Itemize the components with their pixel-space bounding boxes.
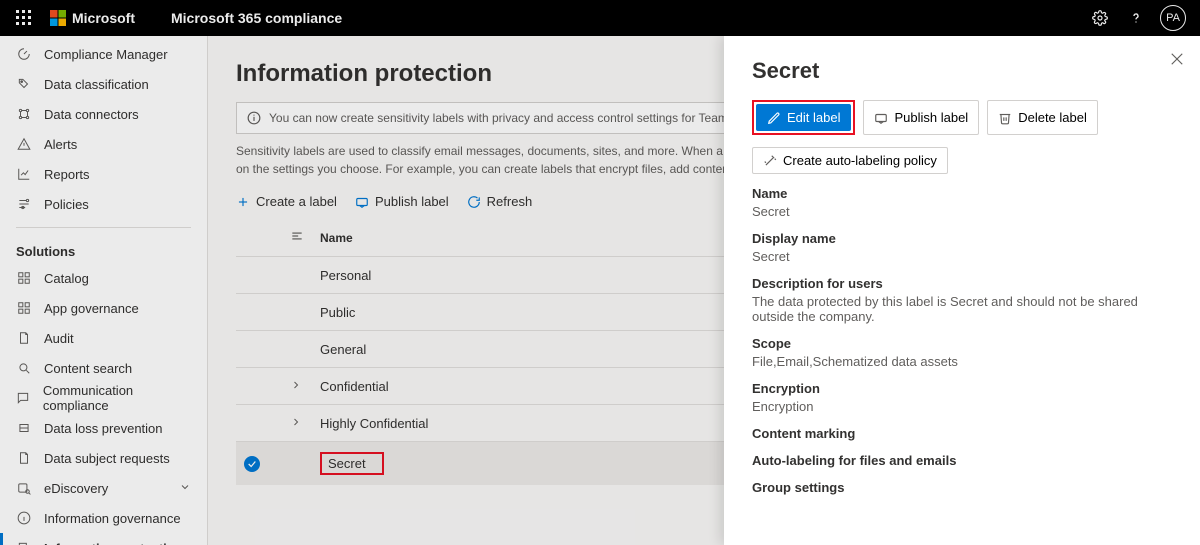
delete-label-button[interactable]: Delete label	[987, 100, 1098, 135]
selected-radio[interactable]	[244, 456, 260, 472]
field-label: Auto-labeling for files and emails	[752, 453, 1172, 468]
nav-item-audit[interactable]: Audit	[0, 323, 207, 353]
panel-title: Secret	[752, 58, 1172, 84]
field-label: Scope	[752, 336, 1172, 351]
create-label-button[interactable]: Create a label	[236, 194, 337, 209]
plus-icon	[236, 195, 250, 209]
tags-icon	[16, 76, 32, 92]
nav-item-data-connectors[interactable]: Data connectors	[0, 99, 207, 129]
field-auto-labeling-for-files-and-emails: Auto-labeling for files and emails	[752, 453, 1172, 468]
nav-item-communication-compliance[interactable]: Communication compliance	[0, 383, 207, 413]
nav-item-ediscovery[interactable]: eDiscovery	[0, 473, 207, 503]
row-name: Highly Confidential	[312, 405, 731, 442]
nav-item-alerts[interactable]: Alerts	[0, 129, 207, 159]
nav-item-compliance-manager[interactable]: Compliance Manager	[0, 39, 207, 69]
close-icon	[1168, 50, 1186, 68]
row-name: Confidential	[312, 368, 731, 405]
info-icon	[16, 510, 32, 526]
app-launcher[interactable]	[8, 4, 40, 32]
brand-text: Microsoft	[72, 10, 135, 26]
wand-icon	[763, 154, 777, 168]
chart-icon	[16, 166, 32, 182]
nav-item-data-loss-prevention[interactable]: Data loss prevention	[0, 413, 207, 443]
publish-label-button[interactable]: Publish label	[355, 194, 449, 209]
field-value: Secret	[752, 204, 1172, 219]
pencil-icon	[767, 111, 781, 125]
field-encryption: Encryption Encryption	[752, 381, 1172, 414]
brand-logo: Microsoft	[50, 10, 135, 26]
nav-item-policies[interactable]: Policies	[0, 189, 207, 219]
chat-icon	[16, 390, 31, 406]
chevron-down-icon	[179, 481, 191, 496]
row-name: Personal	[312, 257, 731, 294]
settings-icon[interactable]	[1082, 0, 1118, 36]
nav-item-catalog[interactable]: Catalog	[0, 263, 207, 293]
refresh-button[interactable]: Refresh	[467, 194, 533, 209]
nav-item-data-subject-requests[interactable]: Data subject requests	[0, 443, 207, 473]
field-value: Secret	[752, 249, 1172, 264]
label-details-panel: Secret Edit label Publish label Delete l…	[724, 36, 1200, 545]
shield-icon	[16, 420, 32, 436]
policies-icon	[16, 196, 32, 212]
connectors-icon	[16, 106, 32, 122]
chevron-right-icon[interactable]	[290, 379, 302, 391]
field-label: Content marking	[752, 426, 1172, 441]
nav-item-information-governance[interactable]: Information governance	[0, 503, 207, 533]
field-value: File,Email,Schematized data assets	[752, 354, 1172, 369]
ediscovery-icon	[16, 480, 32, 496]
alert-icon	[16, 136, 32, 152]
search-icon	[16, 360, 32, 376]
publish-icon	[874, 111, 888, 125]
row-name: Public	[312, 294, 731, 331]
field-name: Name Secret	[752, 186, 1172, 219]
close-button[interactable]	[1168, 50, 1186, 71]
chevron-right-icon[interactable]	[290, 416, 302, 428]
field-label: Display name	[752, 231, 1172, 246]
nav-item-content-search[interactable]: Content search	[0, 353, 207, 383]
nav-item-data-classification[interactable]: Data classification	[0, 69, 207, 99]
grid-icon	[16, 300, 32, 316]
field-label: Group settings	[752, 480, 1172, 495]
field-label: Description for users	[752, 276, 1172, 291]
col-name[interactable]: Name	[312, 219, 731, 257]
nav-item-reports[interactable]: Reports	[0, 159, 207, 189]
grid-icon	[16, 270, 32, 286]
field-description-for-users: Description for users The data protected …	[752, 276, 1172, 324]
protect-icon	[16, 540, 32, 545]
row-name: Secret	[312, 442, 731, 486]
field-label: Name	[752, 186, 1172, 201]
field-value: Encryption	[752, 399, 1172, 414]
left-nav: Compliance ManagerData classificationDat…	[0, 36, 208, 545]
doc-icon	[16, 330, 32, 346]
collapse-all-icon[interactable]	[290, 229, 304, 243]
publish-label-button-panel[interactable]: Publish label	[863, 100, 979, 135]
refresh-icon	[467, 195, 481, 209]
auto-labeling-button[interactable]: Create auto-labeling policy	[752, 147, 948, 174]
edit-label-button[interactable]: Edit label	[756, 104, 851, 131]
nav-heading-solutions: Solutions	[0, 236, 207, 263]
nav-item-information-protection[interactable]: Information protection	[0, 533, 207, 545]
field-label: Encryption	[752, 381, 1172, 396]
field-group-settings: Group settings	[752, 480, 1172, 495]
publish-icon	[355, 195, 369, 209]
field-display-name: Display name Secret	[752, 231, 1172, 264]
gauge-icon	[16, 46, 32, 62]
avatar[interactable]: PA	[1160, 5, 1186, 31]
row-name: General	[312, 331, 731, 368]
field-scope: Scope File,Email,Schematized data assets	[752, 336, 1172, 369]
info-icon	[247, 111, 261, 125]
field-content-marking: Content marking	[752, 426, 1172, 441]
nav-item-app-governance[interactable]: App governance	[0, 293, 207, 323]
help-icon[interactable]	[1118, 0, 1154, 36]
trash-icon	[998, 111, 1012, 125]
app-title: Microsoft 365 compliance	[171, 10, 342, 26]
field-value: The data protected by this label is Secr…	[752, 294, 1172, 324]
doc-icon	[16, 450, 32, 466]
